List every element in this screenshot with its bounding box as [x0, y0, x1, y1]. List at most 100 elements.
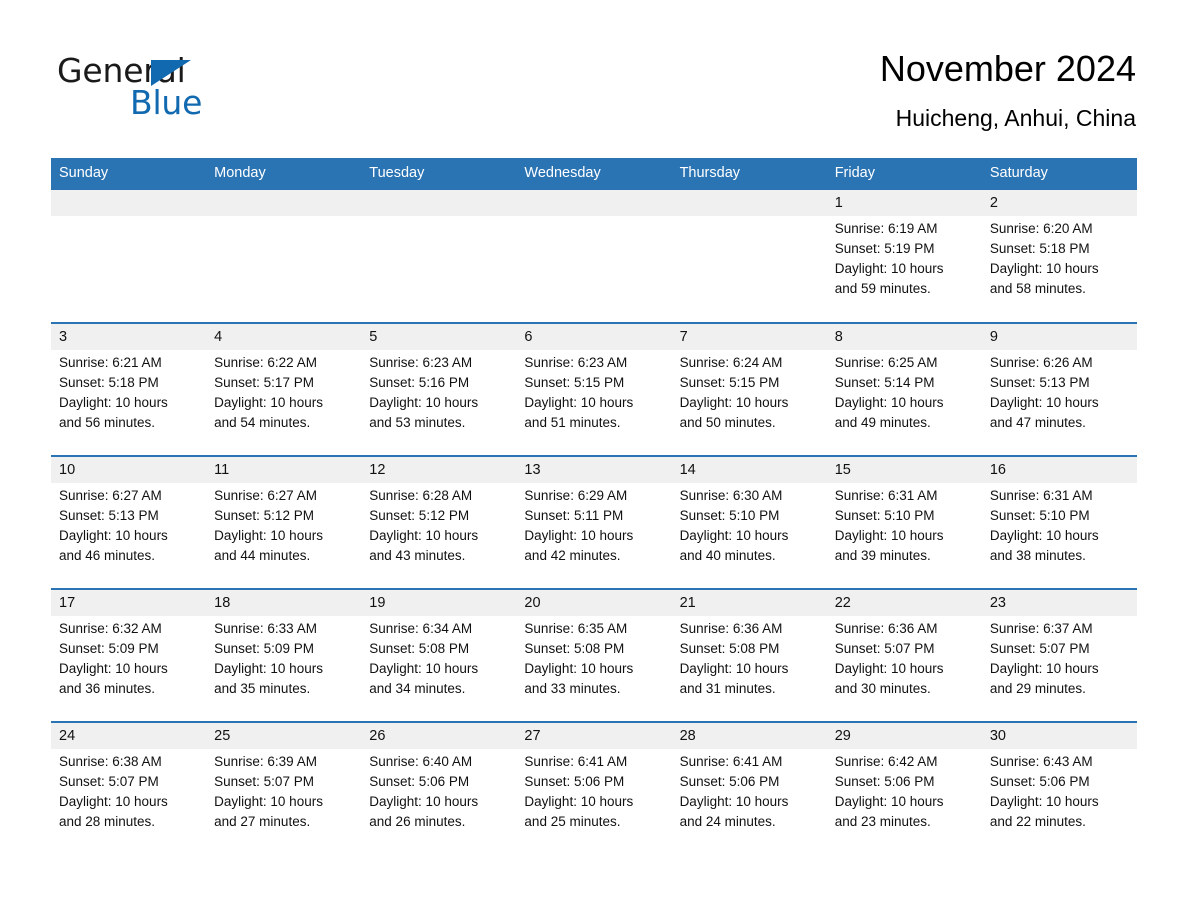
day-info: Sunrise: 6:26 AM Sunset: 5:13 PM Dayligh…	[990, 353, 1137, 433]
daylight-text-line1: Daylight: 10 hours	[834, 261, 944, 276]
day-cell[interactable]: 12 Sunrise: 6:28 AM Sunset: 5:12 PM Dayl…	[361, 457, 516, 588]
day-info: Sunrise: 6:34 AM Sunset: 5:08 PM Dayligh…	[369, 619, 516, 699]
week-row: 1 Sunrise: 6:19 AM Sunset: 5:19 PM Dayli…	[51, 188, 1137, 322]
daylight-text-line1: Daylight: 10 hours	[834, 794, 944, 809]
day-number: 5	[369, 329, 378, 345]
day-number: 9	[989, 329, 998, 345]
day-cell[interactable]: 28 Sunrise: 6:41 AM Sunset: 5:06 PM Dayl…	[672, 723, 827, 854]
page-header: General Blue November 2024 Huicheng, Anh…	[0, 0, 1188, 158]
daylight-text-line1: Daylight: 10 hours	[369, 528, 479, 543]
daylight-text-line2: and 26 minutes.	[369, 814, 466, 829]
day-number: 7	[679, 329, 688, 345]
sunset-text: Sunset: 5:08 PM	[524, 641, 625, 656]
day-cell[interactable]: 11 Sunrise: 6:27 AM Sunset: 5:12 PM Dayl…	[206, 457, 361, 588]
day-info: Sunrise: 6:24 AM Sunset: 5:15 PM Dayligh…	[680, 353, 827, 433]
day-cell[interactable]	[361, 190, 516, 322]
sunrise-text: Sunrise: 6:32 AM	[59, 621, 162, 636]
day-cell[interactable]: 20 Sunrise: 6:35 AM Sunset: 5:08 PM Dayl…	[516, 590, 671, 721]
calendar-grid: Sunday Monday Tuesday Wednesday Thursday…	[51, 158, 1137, 854]
day-cell[interactable]	[51, 190, 206, 322]
daylight-text-line1: Daylight: 10 hours	[679, 794, 789, 809]
day-cell[interactable]: 13 Sunrise: 6:29 AM Sunset: 5:11 PM Dayl…	[516, 457, 671, 588]
generalblue-logo[interactable]: General Blue	[57, 52, 377, 132]
day-cell[interactable]: 17 Sunrise: 6:32 AM Sunset: 5:09 PM Dayl…	[51, 590, 206, 721]
daylight-text-line2: and 58 minutes.	[989, 281, 1086, 296]
day-cell[interactable]: 23 Sunrise: 6:37 AM Sunset: 5:07 PM Dayl…	[982, 590, 1137, 721]
day-number: 1	[834, 195, 843, 211]
daylight-text-line1: Daylight: 10 hours	[369, 661, 479, 676]
day-number: 10	[59, 462, 76, 478]
day-cell[interactable]: 6 Sunrise: 6:23 AM Sunset: 5:15 PM Dayli…	[516, 324, 671, 455]
day-cell[interactable]: 5 Sunrise: 6:23 AM Sunset: 5:16 PM Dayli…	[361, 324, 516, 455]
daylight-text-line2: and 42 minutes.	[524, 548, 621, 563]
sunrise-text: Sunrise: 6:21 AM	[59, 355, 162, 370]
sunrise-text: Sunrise: 6:43 AM	[989, 754, 1093, 769]
day-info: Sunrise: 6:20 AM Sunset: 5:18 PM Dayligh…	[990, 219, 1137, 299]
week-row: 10 Sunrise: 6:27 AM Sunset: 5:13 PM Dayl…	[51, 455, 1137, 588]
sunrise-text: Sunrise: 6:38 AM	[59, 754, 162, 769]
day-cell[interactable]: 22 Sunrise: 6:36 AM Sunset: 5:07 PM Dayl…	[827, 590, 982, 721]
daylight-text-line1: Daylight: 10 hours	[59, 661, 168, 676]
daylight-text-line2: and 30 minutes.	[834, 681, 931, 696]
day-info: Sunrise: 6:38 AM Sunset: 5:07 PM Dayligh…	[59, 752, 206, 832]
day-info: Sunrise: 6:23 AM Sunset: 5:16 PM Dayligh…	[369, 353, 516, 433]
daylight-text-line1: Daylight: 10 hours	[524, 794, 634, 809]
sunset-text: Sunset: 5:07 PM	[834, 641, 935, 656]
sunrise-text: Sunrise: 6:27 AM	[214, 488, 317, 503]
day-cell[interactable]: 7 Sunrise: 6:24 AM Sunset: 5:15 PM Dayli…	[672, 324, 827, 455]
daylight-text-line1: Daylight: 10 hours	[369, 794, 479, 809]
day-cell[interactable]: 30 Sunrise: 6:43 AM Sunset: 5:06 PM Dayl…	[982, 723, 1137, 854]
sunset-text: Sunset: 5:18 PM	[989, 241, 1090, 256]
day-cell[interactable]	[672, 190, 827, 322]
daylight-text-line1: Daylight: 10 hours	[834, 528, 944, 543]
day-cell[interactable]: 1 Sunrise: 6:19 AM Sunset: 5:19 PM Dayli…	[827, 190, 982, 322]
day-cell[interactable]: 18 Sunrise: 6:33 AM Sunset: 5:09 PM Dayl…	[206, 590, 361, 721]
day-cell[interactable]: 14 Sunrise: 6:30 AM Sunset: 5:10 PM Dayl…	[672, 457, 827, 588]
day-cell[interactable]: 19 Sunrise: 6:34 AM Sunset: 5:08 PM Dayl…	[361, 590, 516, 721]
daylight-text-line1: Daylight: 10 hours	[834, 395, 944, 410]
day-cell[interactable]: 10 Sunrise: 6:27 AM Sunset: 5:13 PM Dayl…	[51, 457, 206, 588]
day-cell[interactable]: 26 Sunrise: 6:40 AM Sunset: 5:06 PM Dayl…	[361, 723, 516, 854]
day-cell[interactable]: 3 Sunrise: 6:21 AM Sunset: 5:18 PM Dayli…	[51, 324, 206, 455]
day-cell[interactable]: 25 Sunrise: 6:39 AM Sunset: 5:07 PM Dayl…	[206, 723, 361, 854]
sunset-text: Sunset: 5:13 PM	[59, 508, 159, 523]
daylight-text-line1: Daylight: 10 hours	[59, 794, 168, 809]
day-info: Sunrise: 6:39 AM Sunset: 5:07 PM Dayligh…	[214, 752, 361, 832]
sunrise-text: Sunrise: 6:41 AM	[679, 754, 783, 769]
day-cell[interactable]: 16 Sunrise: 6:31 AM Sunset: 5:10 PM Dayl…	[982, 457, 1137, 588]
sunset-text: Sunset: 5:18 PM	[59, 375, 159, 390]
day-number: 19	[369, 595, 386, 611]
day-cell[interactable]: 24 Sunrise: 6:38 AM Sunset: 5:07 PM Dayl…	[51, 723, 206, 854]
sunset-text: Sunset: 5:16 PM	[369, 375, 470, 390]
day-info: Sunrise: 6:35 AM Sunset: 5:08 PM Dayligh…	[524, 619, 671, 699]
day-cell[interactable]	[516, 190, 671, 322]
day-info: Sunrise: 6:27 AM Sunset: 5:13 PM Dayligh…	[59, 486, 206, 566]
day-info: Sunrise: 6:32 AM Sunset: 5:09 PM Dayligh…	[59, 619, 206, 699]
daylight-text-line2: and 56 minutes.	[59, 415, 156, 430]
sunrise-text: Sunrise: 6:29 AM	[524, 488, 628, 503]
day-number: 8	[834, 329, 843, 345]
day-cell[interactable]: 27 Sunrise: 6:41 AM Sunset: 5:06 PM Dayl…	[516, 723, 671, 854]
day-cell[interactable]: 21 Sunrise: 6:36 AM Sunset: 5:08 PM Dayl…	[672, 590, 827, 721]
day-cell[interactable]: 2 Sunrise: 6:20 AM Sunset: 5:18 PM Dayli…	[982, 190, 1137, 322]
day-info: Sunrise: 6:41 AM Sunset: 5:06 PM Dayligh…	[524, 752, 671, 832]
daylight-text-line2: and 27 minutes.	[214, 814, 311, 829]
daylight-text-line2: and 47 minutes.	[989, 415, 1086, 430]
week-row: 3 Sunrise: 6:21 AM Sunset: 5:18 PM Dayli…	[51, 322, 1137, 455]
day-cell[interactable]: 9 Sunrise: 6:26 AM Sunset: 5:13 PM Dayli…	[982, 324, 1137, 455]
day-cell[interactable]: 8 Sunrise: 6:25 AM Sunset: 5:14 PM Dayli…	[827, 324, 982, 455]
sunrise-text: Sunrise: 6:42 AM	[834, 754, 938, 769]
daylight-text-line1: Daylight: 10 hours	[524, 395, 634, 410]
day-cell[interactable]: 4 Sunrise: 6:22 AM Sunset: 5:17 PM Dayli…	[206, 324, 361, 455]
day-cell[interactable]	[206, 190, 361, 322]
weekday-header-monday: Monday	[214, 165, 266, 181]
sunset-text: Sunset: 5:15 PM	[524, 375, 625, 390]
sunset-text: Sunset: 5:06 PM	[834, 774, 935, 789]
day-cell[interactable]: 29 Sunrise: 6:42 AM Sunset: 5:06 PM Dayl…	[827, 723, 982, 854]
day-cell[interactable]: 15 Sunrise: 6:31 AM Sunset: 5:10 PM Dayl…	[827, 457, 982, 588]
sunrise-text: Sunrise: 6:24 AM	[679, 355, 783, 370]
week-days: 17 Sunrise: 6:32 AM Sunset: 5:09 PM Dayl…	[51, 590, 1137, 721]
daylight-text-line1: Daylight: 10 hours	[214, 528, 323, 543]
day-number: 16	[989, 462, 1006, 478]
day-number: 22	[834, 595, 851, 611]
